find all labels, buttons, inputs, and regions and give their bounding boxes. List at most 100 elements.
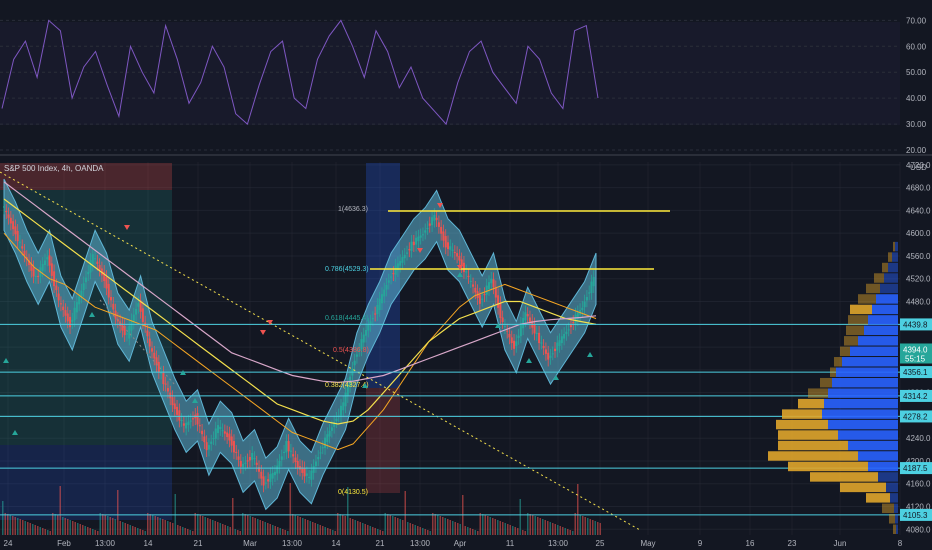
volume-bar bbox=[247, 515, 249, 535]
candle-body bbox=[66, 313, 69, 322]
candle-body bbox=[588, 292, 591, 294]
candle-body bbox=[485, 285, 488, 295]
volume-profile-sell-bar bbox=[848, 315, 868, 325]
candle-body bbox=[246, 460, 249, 462]
price-tick-label: 4640.0 bbox=[906, 206, 931, 215]
blue-zone bbox=[0, 445, 172, 520]
candle-body bbox=[515, 341, 518, 346]
candle-body bbox=[538, 332, 541, 344]
volume-bar bbox=[319, 525, 321, 535]
volume-bar bbox=[242, 513, 244, 535]
volume-bar bbox=[22, 520, 24, 535]
volume-profile-sell-bar bbox=[866, 493, 890, 503]
volume-bar bbox=[267, 523, 269, 535]
volume-bar bbox=[477, 531, 479, 535]
volume-profile-buy-bar bbox=[828, 419, 898, 430]
candle-body bbox=[178, 410, 181, 421]
candle-body bbox=[207, 445, 210, 450]
volume-bar bbox=[289, 483, 291, 535]
volume-bar bbox=[114, 519, 116, 535]
volume-bar bbox=[432, 513, 434, 535]
time-tick-label: 14 bbox=[332, 539, 341, 548]
candle-body bbox=[205, 442, 208, 451]
volume-bar bbox=[207, 518, 209, 535]
candle-body bbox=[342, 402, 345, 411]
time-tick-label: 13:00 bbox=[282, 539, 303, 548]
candle-body bbox=[43, 260, 46, 266]
candle-body bbox=[497, 295, 500, 308]
volume-bar bbox=[422, 528, 424, 535]
volume-bar bbox=[577, 484, 579, 535]
volume-bar bbox=[469, 528, 471, 535]
volume-bar bbox=[94, 530, 96, 535]
candle-body bbox=[390, 276, 393, 278]
candle-body bbox=[444, 236, 447, 248]
candle-body bbox=[110, 296, 113, 301]
candle-body bbox=[339, 405, 342, 416]
candle-body bbox=[41, 263, 44, 271]
candle-body bbox=[483, 294, 486, 296]
volume-profile-buy-bar bbox=[872, 304, 898, 315]
volume-bar bbox=[89, 528, 91, 535]
volume-profile-buy-bar bbox=[890, 493, 898, 503]
price-tick-label: 4480.0 bbox=[906, 298, 931, 307]
volume-bar bbox=[549, 522, 551, 535]
candle-body bbox=[273, 471, 276, 476]
candle-body bbox=[276, 465, 279, 474]
candle-body bbox=[547, 352, 550, 360]
candle-body bbox=[296, 460, 299, 468]
volume-bar bbox=[52, 513, 54, 535]
volume-bar bbox=[107, 516, 109, 535]
candle-body bbox=[153, 352, 156, 359]
fib-level-label: 1(4636.3) bbox=[338, 206, 368, 213]
candle-body bbox=[96, 261, 99, 264]
candle-body bbox=[481, 298, 484, 300]
candle-body bbox=[406, 252, 409, 254]
volume-profile-sell-bar bbox=[844, 336, 858, 346]
candle-body bbox=[84, 277, 87, 283]
candle-body bbox=[251, 452, 254, 460]
volume-bar bbox=[344, 516, 346, 535]
candle-body bbox=[508, 333, 511, 338]
volume-bar bbox=[167, 521, 169, 535]
volume-bar bbox=[179, 526, 181, 535]
volume-bar bbox=[339, 514, 341, 535]
candle-body bbox=[494, 287, 497, 298]
chart-canvas[interactable]: 70.00 60.00 50.00 40.00 30.00 20.00 1(4636.3)… bbox=[0, 0, 932, 550]
candle-body bbox=[565, 331, 568, 334]
volume-bar bbox=[57, 515, 59, 535]
candle-body bbox=[71, 319, 74, 323]
price-tick-label: 4560.0 bbox=[906, 252, 931, 261]
candle-body bbox=[524, 312, 527, 321]
candle-body bbox=[426, 228, 429, 230]
candle-body bbox=[421, 234, 424, 236]
volume-bar bbox=[214, 521, 216, 535]
volume-bar bbox=[92, 529, 94, 535]
volume-profile-sell-bar bbox=[846, 325, 864, 336]
candle-body bbox=[417, 236, 420, 242]
time-tick-label: Mar bbox=[243, 539, 257, 548]
candle-body bbox=[46, 257, 49, 260]
candle-body bbox=[230, 436, 233, 446]
volume-bar bbox=[119, 521, 121, 535]
volume-profile-buy-bar bbox=[832, 377, 898, 388]
candle-body bbox=[146, 330, 149, 337]
volume-bar bbox=[474, 530, 476, 535]
candle-body bbox=[344, 392, 347, 407]
candle-body bbox=[5, 210, 8, 213]
candle-body bbox=[567, 329, 570, 331]
volume-bar bbox=[134, 527, 136, 535]
candle-body bbox=[141, 308, 144, 323]
candle-body bbox=[221, 430, 224, 432]
candle-body bbox=[328, 430, 331, 437]
candle-body bbox=[12, 221, 15, 230]
volume-bar bbox=[392, 516, 394, 535]
candle-body bbox=[166, 388, 169, 392]
volume-bar bbox=[282, 529, 284, 535]
candle-body bbox=[415, 237, 418, 245]
candle-body bbox=[362, 334, 365, 343]
candle-body bbox=[283, 451, 286, 453]
volume-bar bbox=[399, 519, 401, 535]
volume-bar bbox=[252, 517, 254, 535]
candle-body bbox=[542, 345, 545, 349]
